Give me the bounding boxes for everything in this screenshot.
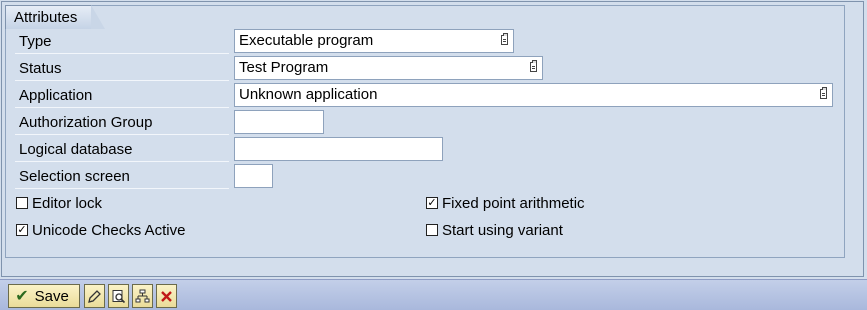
start-variant-checkbox-row[interactable]: Start using variant — [426, 220, 563, 240]
unicode-checks-label: Unicode Checks Active — [32, 221, 186, 239]
checkmark-icon: ✔ — [15, 288, 29, 305]
unicode-checks-checkbox-row[interactable]: ✓ Unicode Checks Active — [16, 220, 185, 240]
type-value: Executable program — [239, 32, 374, 49]
authorization-group-label: Authorization Group — [15, 111, 229, 135]
application-value: Unknown application — [239, 86, 378, 103]
logical-database-field[interactable] — [234, 137, 443, 161]
fixed-point-checkbox-row[interactable]: ✓ Fixed point arithmetic — [426, 193, 585, 213]
bottom-toolbar: ✔ Save — [0, 279, 867, 310]
cancel-x-icon — [160, 290, 173, 303]
value-help-icon[interactable] — [530, 60, 537, 72]
logical-database-label: Logical database — [15, 138, 229, 162]
selection-screen-label: Selection screen — [15, 165, 229, 189]
save-button[interactable]: ✔ Save — [8, 284, 80, 308]
cancel-button[interactable] — [156, 284, 177, 308]
selection-screen-field[interactable] — [234, 164, 273, 188]
fixed-point-checkbox[interactable]: ✓ — [426, 197, 438, 209]
editor-lock-checkbox-row[interactable]: Editor lock — [16, 193, 102, 213]
editor-lock-label: Editor lock — [32, 194, 103, 212]
search-doc-icon — [111, 289, 126, 304]
save-button-label: Save — [34, 287, 69, 305]
application-field[interactable]: Unknown application — [234, 83, 833, 107]
attributes-group-title: Attributes — [5, 5, 105, 29]
hierarchy-button[interactable] — [132, 284, 153, 308]
authorization-group-field[interactable] — [234, 110, 324, 134]
status-value: Test Program — [239, 59, 329, 76]
unicode-checks-checkbox[interactable]: ✓ — [16, 224, 28, 236]
fixed-point-label: Fixed point arithmetic — [442, 194, 585, 212]
status-label: Status — [15, 57, 229, 81]
start-variant-checkbox[interactable] — [426, 224, 438, 236]
value-help-icon[interactable] — [501, 33, 508, 45]
attributes-frame: Attributes Type Executable program Statu… — [1, 1, 864, 277]
value-help-icon[interactable] — [820, 87, 827, 99]
type-field[interactable]: Executable program — [234, 29, 514, 53]
search-doc-button[interactable] — [108, 284, 129, 308]
edit-pen-button[interactable] — [84, 284, 105, 308]
hierarchy-icon — [135, 289, 150, 304]
type-label: Type — [15, 30, 229, 54]
status-field[interactable]: Test Program — [234, 56, 543, 80]
edit-pen-icon — [87, 289, 102, 304]
start-variant-label: Start using variant — [442, 221, 563, 239]
editor-lock-checkbox[interactable] — [16, 197, 28, 209]
application-label: Application — [15, 84, 229, 108]
